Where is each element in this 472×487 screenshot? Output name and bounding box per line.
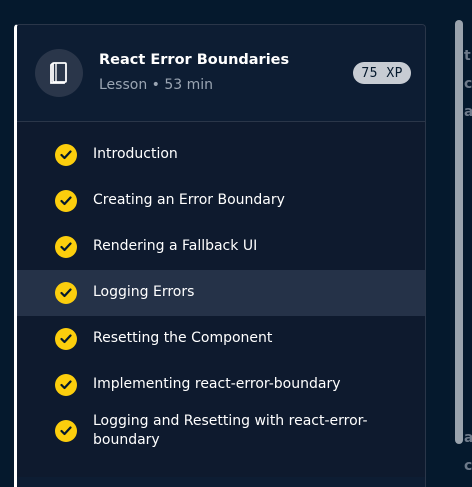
exercise-label: Rendering a Fallback UI xyxy=(93,238,258,254)
exercise-label: Implementing react-error-boundary xyxy=(93,376,341,392)
check-circle-icon xyxy=(55,190,77,212)
exercise-label: Logging and Resetting with react-error-b… xyxy=(93,413,368,448)
exercise-item[interactable]: Creating an Error Boundary xyxy=(17,178,425,224)
check-circle-icon xyxy=(55,374,77,396)
exercise-label: Resetting the Component xyxy=(93,330,273,346)
check-circle-icon xyxy=(55,420,77,442)
adjacent-text-fragment: c xyxy=(464,76,472,92)
exercise-item[interactable]: Logging and Resetting with react-error-b… xyxy=(17,408,425,464)
exercise-label: Logging Errors xyxy=(93,284,195,300)
exercise-label: Creating an Error Boundary xyxy=(93,192,285,208)
exercise-item[interactable]: Rendering a Fallback UI xyxy=(17,224,425,270)
lesson-card: React Error Boundaries Lesson • 53 min 7… xyxy=(14,24,426,487)
lesson-header[interactable]: React Error Boundaries Lesson • 53 min 7… xyxy=(17,25,425,122)
lesson-title: React Error Boundaries xyxy=(99,52,290,68)
adjacent-text-fragment: c xyxy=(464,458,472,474)
check-circle-icon xyxy=(55,282,77,304)
adjacent-text-fragment: a xyxy=(464,430,472,446)
exercise-item[interactable]: Introduction xyxy=(17,132,425,178)
check-circle-icon xyxy=(55,328,77,350)
check-circle-icon xyxy=(55,144,77,166)
exercise-item[interactable]: Logging Errors xyxy=(17,270,425,316)
adjacent-text-fragment: t xyxy=(464,48,471,64)
exercise-item[interactable]: Resetting the Component xyxy=(17,316,425,362)
check-circle-icon xyxy=(55,236,77,258)
lesson-meta: Lesson • 53 min xyxy=(99,77,214,93)
exercise-label: Introduction xyxy=(93,146,178,162)
book-icon xyxy=(35,49,83,97)
adjacent-text-fragment: a xyxy=(464,104,472,120)
exercise-item[interactable]: Implementing react-error-boundary xyxy=(17,362,425,408)
xp-badge: 75 XP xyxy=(353,62,411,84)
scrollbar-thumb[interactable] xyxy=(455,20,463,444)
